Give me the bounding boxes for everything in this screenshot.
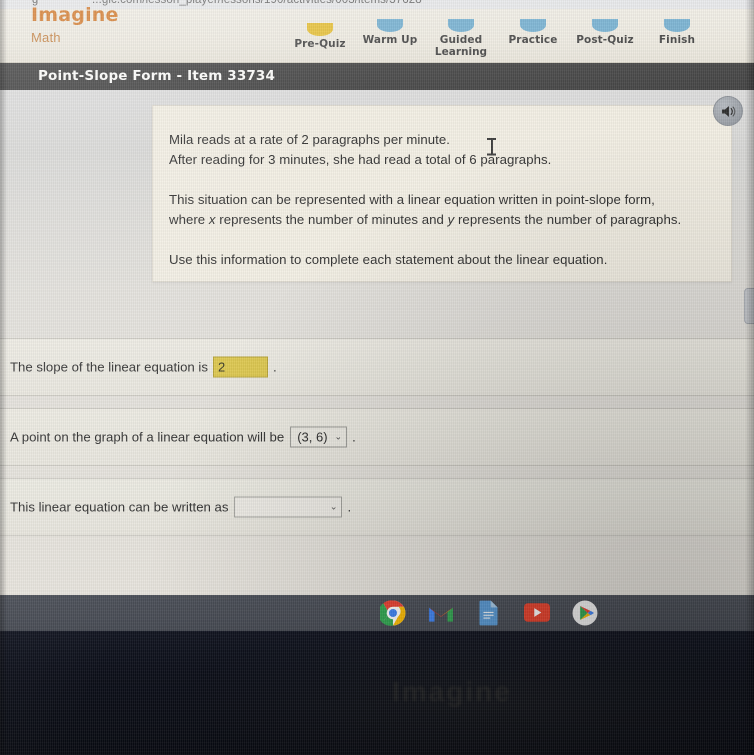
gmail-icon[interactable] (426, 598, 455, 627)
statement-text-point: A point on the graph of a linear equatio… (10, 429, 285, 445)
bezel-glow (0, 631, 754, 755)
panel-handle[interactable] (744, 288, 754, 324)
statement-row-slope: The slope of the linear equation is 2 . (0, 338, 754, 396)
row-spacer (0, 466, 754, 478)
step-label: Practice (508, 34, 558, 46)
statement-row-content: A point on the graph of a linear equatio… (10, 426, 356, 448)
step-indicator-dot (377, 19, 403, 32)
stem-line-2-before: After reading for 3 minutes, she had rea… (169, 152, 470, 167)
step-label: Pre-Quiz (294, 38, 346, 50)
statement-text-slope: The slope of the linear equation is (10, 359, 208, 375)
statement-row-equation: This linear equation can be written as ⌄… (0, 478, 754, 536)
step-guided-learning[interactable]: Guided Learning (423, 19, 499, 58)
step-practice[interactable]: Practice (495, 19, 571, 47)
statement-period: . (272, 359, 277, 375)
stem-line-1: Mila reads at a rate of 2 paragraphs per… (169, 132, 450, 147)
slope-answer-input[interactable]: 2 (212, 356, 268, 378)
step-indicator-dot (448, 19, 474, 32)
google-docs-icon[interactable] (474, 598, 503, 627)
speaker-icon[interactable] (713, 96, 743, 126)
step-label: Guided (439, 34, 483, 46)
stem-total-value: 6 (469, 152, 477, 167)
statement-row-content: This linear equation can be written as ⌄… (10, 496, 352, 518)
shelf-icon-group (378, 598, 599, 627)
step-finish[interactable]: Finish (639, 19, 715, 47)
lesson-content-area: Mila reads at a rate of 2 paragraphs per… (0, 90, 754, 595)
point-answer-dropdown[interactable]: (3, 6) ⌄ (290, 426, 348, 448)
point-answer-value: (3, 6) (297, 429, 328, 445)
chromeos-shelf (0, 595, 754, 631)
statement-list: The slope of the linear equation is 2 . … (0, 338, 754, 536)
step-indicator-dot (664, 19, 690, 32)
step-label: Post-Quiz (576, 34, 634, 46)
statement-row-content: The slope of the linear equation is 2 . (10, 356, 277, 378)
app-header: Imagine Math Pre-Quiz Warm Up Guided Lea… (0, 4, 754, 63)
logo-subtitle-text: Math (31, 30, 61, 45)
logo-brand-text: Imagine (31, 4, 119, 26)
chevron-down-icon: ⌄ (329, 501, 338, 512)
statement-text-equation: This linear equation can be written as (10, 499, 229, 515)
variable-x: x (208, 212, 216, 227)
stem-line-4-a: where (169, 212, 209, 227)
step-indicator-dot (520, 19, 546, 32)
step-label: Warm Up (362, 34, 418, 46)
play-store-icon[interactable] (570, 598, 599, 627)
screenshot-root: g ...gic.com/lesson_player/lessons/190/a… (0, 0, 754, 755)
statement-period: . (347, 499, 352, 515)
statement-row-point: A point on the graph of a linear equatio… (0, 408, 754, 466)
step-warm-up[interactable]: Warm Up (352, 19, 428, 47)
statement-period: . (352, 429, 356, 445)
youtube-icon[interactable] (522, 598, 551, 627)
chrome-icon[interactable] (378, 598, 407, 627)
step-indicator-dot (307, 23, 333, 36)
lesson-step-nav: Pre-Quiz Warm Up Guided Learning Practic… (282, 9, 750, 63)
stem-line-4-c: represents the number of paragraphs. (454, 212, 682, 227)
row-spacer (0, 396, 754, 408)
imagine-math-logo[interactable]: Imagine Math (31, 4, 119, 45)
chevron-down-icon: ⌄ (334, 431, 343, 442)
stem-line-5: Use this information to complete each st… (169, 252, 608, 267)
step-post-quiz[interactable]: Post-Quiz (567, 19, 643, 47)
step-pre-quiz[interactable]: Pre-Quiz (282, 23, 358, 51)
address-bar-url: ...gic.com/lesson_player/lessons/190/act… (92, 0, 422, 6)
stem-line-4-b: represents the number of minutes and (215, 212, 448, 227)
item-title-bar: Point-Slope Form - Item 33734 (0, 63, 754, 90)
step-label-line2: Learning (434, 45, 488, 58)
bezel-reflection-text: Imagine (392, 676, 512, 707)
step-indicator-dot (592, 19, 618, 32)
screen-bezel: Imagine (0, 631, 754, 755)
stem-line-3: This situation can be represented with a… (169, 192, 655, 207)
step-label: Finish (658, 34, 696, 46)
problem-stem-panel: Mila reads at a rate of 2 paragraphs per… (152, 105, 732, 282)
equation-answer-dropdown[interactable]: ⌄ (234, 496, 343, 518)
text-cursor-icon (487, 138, 496, 155)
page-title: Point-Slope Form - Item 33734 (38, 68, 276, 84)
stem-line-4: where x represents the number of minutes… (169, 210, 681, 230)
